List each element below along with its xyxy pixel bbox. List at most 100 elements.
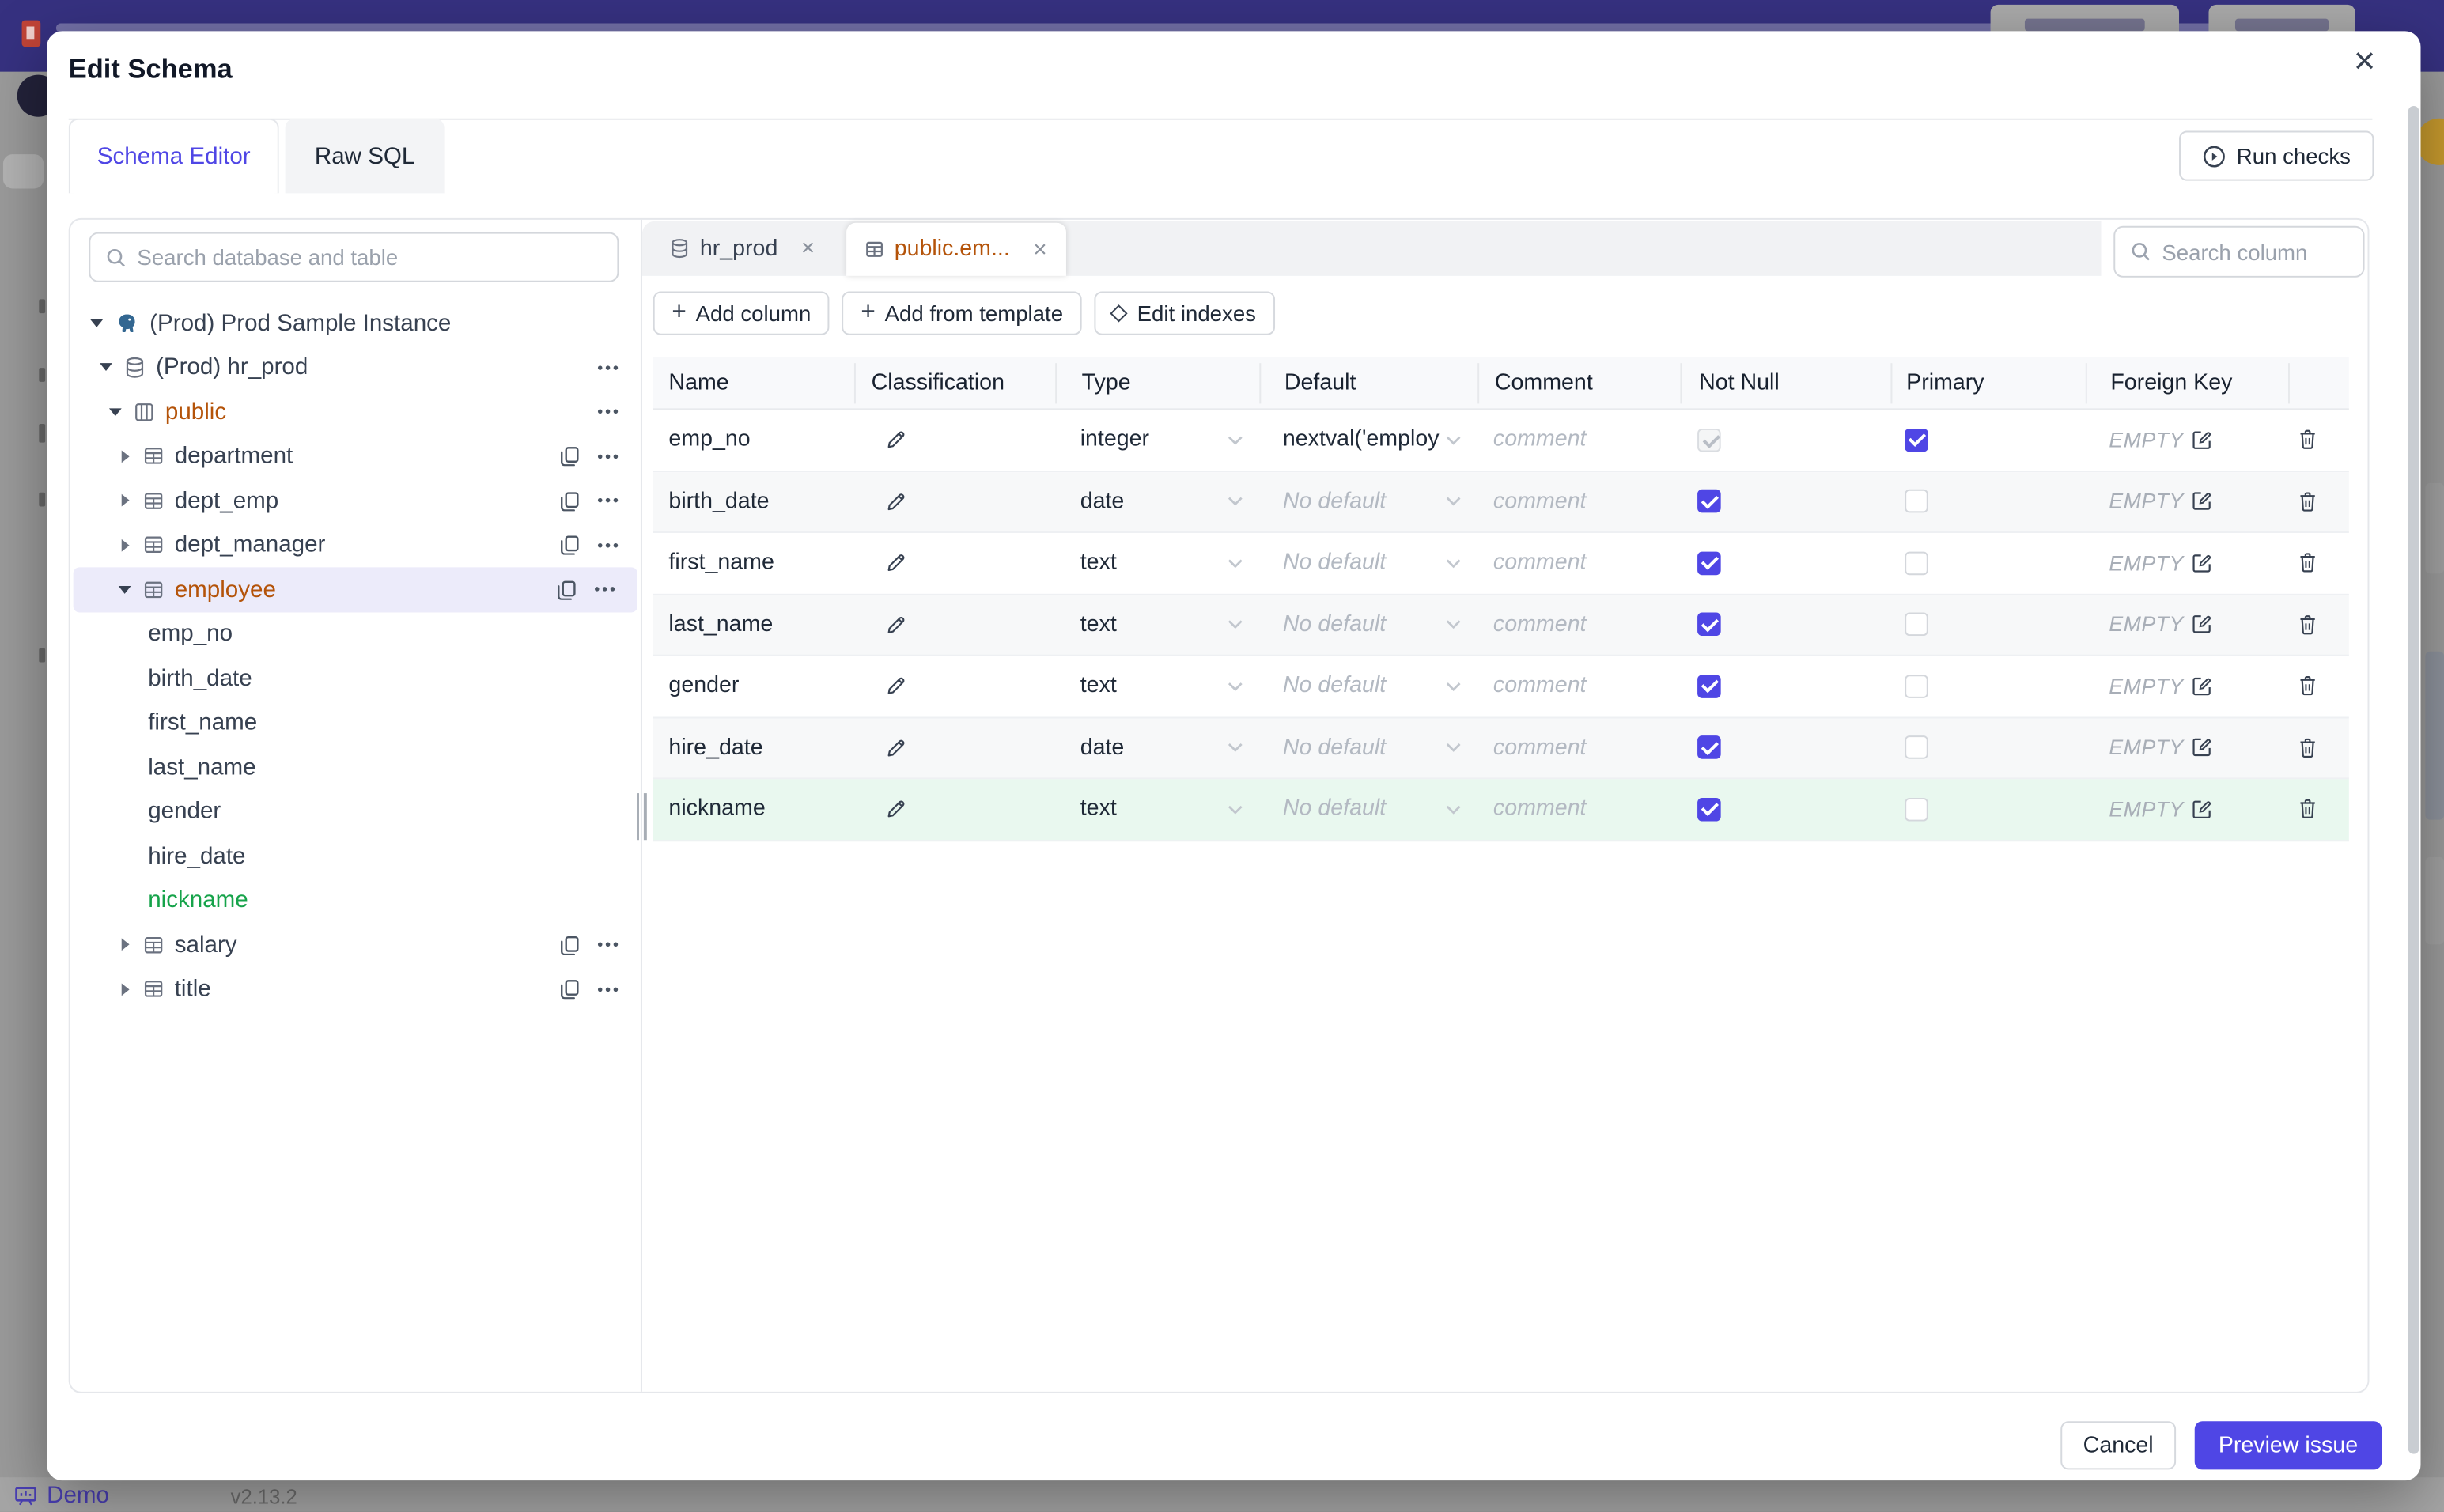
tree-item-database-hr-prod[interactable]: (Prod) hr_prod — [70, 346, 641, 390]
tree-column-nickname[interactable]: nickname — [70, 878, 641, 922]
tree-item-table-salary[interactable]: salary — [70, 923, 641, 967]
tree-item-table-title[interactable]: title — [70, 967, 641, 1011]
trash-icon[interactable] — [2298, 798, 2318, 820]
trash-icon[interactable] — [2298, 737, 2318, 759]
caret-right-icon[interactable] — [117, 450, 133, 463]
caret-right-icon[interactable] — [117, 983, 133, 996]
classification-cell[interactable] — [854, 533, 1055, 593]
copy-icon[interactable] — [557, 580, 577, 600]
classification-cell[interactable] — [854, 595, 1055, 655]
tree-item-table-department[interactable]: department — [70, 434, 641, 478]
close-icon[interactable]: × — [1033, 236, 1046, 263]
classification-cell[interactable] — [854, 779, 1055, 839]
default-select[interactable]: nextval('employ — [1259, 410, 1477, 470]
primary-checkbox[interactable] — [1905, 735, 1928, 760]
primary-cell[interactable] — [1890, 595, 2085, 655]
primary-cell[interactable] — [1890, 410, 2085, 470]
copy-icon[interactable] — [559, 935, 580, 955]
not-null-cell[interactable] — [1680, 533, 1890, 593]
comment-input[interactable]: comment — [1477, 471, 1680, 531]
close-icon[interactable]: × — [2344, 43, 2385, 84]
default-select[interactable]: No default — [1259, 718, 1477, 778]
more-icon[interactable] — [597, 542, 619, 548]
tab-raw-sql[interactable]: Raw SQL — [285, 118, 445, 194]
type-select[interactable]: text — [1055, 779, 1259, 839]
delete-cell[interactable] — [2288, 410, 2349, 470]
comment-input[interactable]: comment — [1477, 718, 1680, 778]
column-name[interactable]: gender — [653, 656, 854, 716]
primary-checkbox[interactable] — [1905, 797, 1928, 822]
not-null-cell[interactable] — [1680, 656, 1890, 716]
edit-icon[interactable] — [2192, 738, 2212, 758]
trash-icon[interactable] — [2298, 675, 2318, 697]
not-null-checkbox[interactable] — [1697, 490, 1721, 513]
not-null-cell[interactable] — [1680, 595, 1890, 655]
cancel-button[interactable]: Cancel — [2060, 1421, 2177, 1470]
classification-cell[interactable] — [854, 718, 1055, 778]
comment-input[interactable]: comment — [1477, 595, 1680, 655]
pencil-icon[interactable] — [885, 737, 907, 759]
caret-down-icon[interactable] — [117, 585, 133, 594]
column-name[interactable]: birth_date — [653, 471, 854, 531]
tree-column-gender[interactable]: gender — [70, 789, 641, 833]
primary-cell[interactable] — [1890, 718, 2085, 778]
caret-right-icon[interactable] — [117, 539, 133, 552]
tab-schema-editor[interactable]: Schema Editor — [68, 118, 279, 194]
edit-icon[interactable] — [2192, 429, 2212, 450]
pencil-icon[interactable] — [885, 614, 907, 636]
primary-checkbox[interactable] — [1905, 428, 1928, 452]
trash-icon[interactable] — [2298, 429, 2318, 451]
classification-cell[interactable] — [854, 471, 1055, 531]
column-name[interactable]: first_name — [653, 533, 854, 593]
default-select[interactable]: No default — [1259, 595, 1477, 655]
column-name[interactable]: nickname — [653, 779, 854, 839]
edit-icon[interactable] — [2192, 676, 2212, 697]
column-name[interactable]: emp_no — [653, 410, 854, 470]
caret-down-icon[interactable] — [98, 363, 114, 372]
foreign-key-cell[interactable]: EMPTY — [2086, 410, 2288, 470]
comment-input[interactable]: comment — [1477, 410, 1680, 470]
edit-icon[interactable] — [2192, 491, 2212, 512]
more-icon[interactable] — [594, 586, 616, 592]
tree-column-birth-date[interactable]: birth_date — [70, 656, 641, 701]
not-null-checkbox[interactable] — [1697, 551, 1721, 575]
foreign-key-cell[interactable]: EMPTY — [2086, 718, 2288, 778]
default-select[interactable]: No default — [1259, 656, 1477, 716]
classification-cell[interactable] — [854, 410, 1055, 470]
more-icon[interactable] — [597, 409, 619, 415]
tree-item-table-dept-manager[interactable]: dept_manager — [70, 523, 641, 567]
primary-cell[interactable] — [1890, 471, 2085, 531]
pencil-icon[interactable] — [885, 798, 907, 820]
close-icon[interactable]: × — [801, 236, 815, 263]
copy-icon[interactable] — [559, 535, 580, 556]
trash-icon[interactable] — [2298, 490, 2318, 512]
type-select[interactable]: text — [1055, 595, 1259, 655]
not-null-checkbox[interactable] — [1697, 674, 1721, 698]
edit-indexes-button[interactable]: Edit indexes — [1094, 291, 1275, 335]
pencil-icon[interactable] — [885, 552, 907, 574]
primary-cell[interactable] — [1890, 656, 2085, 716]
caret-down-icon[interactable] — [89, 319, 104, 327]
tree-item-instance[interactable]: (Prod) Prod Sample Instance — [70, 301, 641, 345]
database-search-input[interactable]: Search database and table — [89, 232, 619, 282]
tree-item-table-dept-emp[interactable]: dept_emp — [70, 478, 641, 523]
pencil-icon[interactable] — [885, 675, 907, 697]
primary-checkbox[interactable] — [1905, 612, 1928, 637]
copy-icon[interactable] — [559, 490, 580, 511]
tree-column-first-name[interactable]: first_name — [70, 701, 641, 745]
column-name[interactable]: hire_date — [653, 718, 854, 778]
tree-item-table-employee[interactable]: employee — [73, 567, 638, 612]
pencil-icon[interactable] — [885, 490, 907, 512]
editor-tab-hr-prod[interactable]: hr_prod × — [642, 221, 834, 276]
comment-input[interactable]: comment — [1477, 533, 1680, 593]
type-select[interactable]: text — [1055, 533, 1259, 593]
foreign-key-cell[interactable]: EMPTY — [2086, 779, 2288, 839]
foreign-key-cell[interactable]: EMPTY — [2086, 533, 2288, 593]
tree-column-hire-date[interactable]: hire_date — [70, 833, 641, 878]
delete-cell[interactable] — [2288, 718, 2349, 778]
delete-cell[interactable] — [2288, 595, 2349, 655]
tree-column-last-name[interactable]: last_name — [70, 745, 641, 789]
column-search-input[interactable]: Search column — [2113, 225, 2365, 278]
copy-icon[interactable] — [559, 446, 580, 467]
primary-cell[interactable] — [1890, 779, 2085, 839]
